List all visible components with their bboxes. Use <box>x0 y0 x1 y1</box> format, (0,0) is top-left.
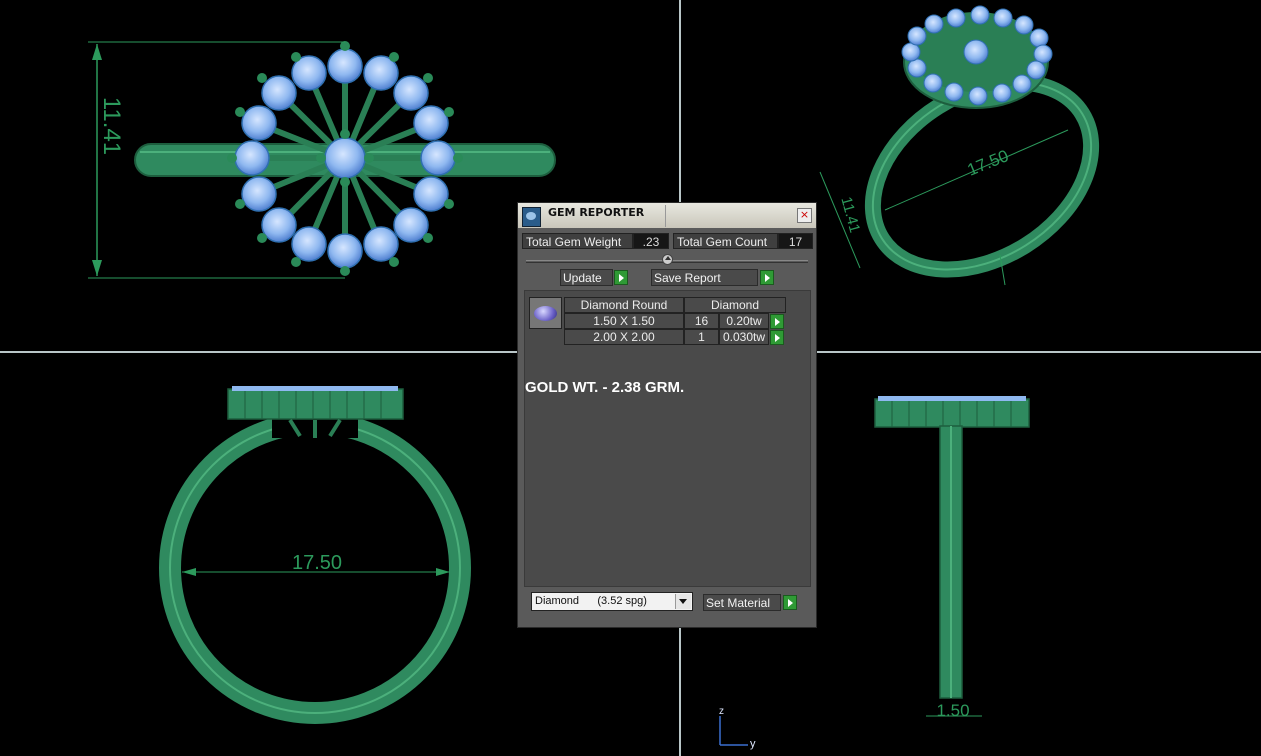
row-select-arrow-icon[interactable] <box>770 314 784 329</box>
axis-z-label: z <box>719 706 724 717</box>
dialog-title: GEM REPORTER <box>548 206 645 219</box>
material-select[interactable]: Diamond (3.52 spg) <box>531 592 693 611</box>
set-material-arrow-icon[interactable] <box>783 595 797 610</box>
gem-reporter-icon <box>522 207 541 227</box>
update-arrow-icon[interactable] <box>614 270 628 285</box>
dialog-titlebar[interactable]: GEM REPORTER × <box>518 203 816 228</box>
dimension-label-width: 17.50 <box>965 146 1012 180</box>
collapse-toggle-icon[interactable] <box>662 254 673 265</box>
row-select-arrow-icon[interactable] <box>770 330 784 345</box>
save-report-arrow-icon[interactable] <box>760 270 774 285</box>
save-report-button[interactable]: Save Report <box>651 269 758 286</box>
close-icon[interactable]: × <box>797 208 812 223</box>
total-gem-weight-value: .23 <box>633 233 669 249</box>
material-select-value: Diamond (3.52 spg) <box>535 595 647 607</box>
set-material-button[interactable]: Set Material <box>703 594 781 611</box>
chevron-down-icon[interactable] <box>675 594 691 609</box>
update-button[interactable]: Update <box>560 269 613 286</box>
total-gem-weight-label: Total Gem Weight <box>522 233 633 249</box>
axis-y-label: y <box>750 738 756 750</box>
dimension-label-diameter: 17.50 <box>292 552 342 574</box>
diamond-round-icon <box>529 297 562 329</box>
table-row-weight: 0.20tw <box>719 313 769 329</box>
gem-list-panel: Diamond Round Diamond 1.50 X 1.50 16 0.2… <box>524 290 811 587</box>
gold-weight-note: GOLD WT. - 2.38 GRM. <box>525 379 685 396</box>
dimension-label-height: 11.41 <box>98 97 125 155</box>
table-row-count: 1 <box>684 329 719 345</box>
titlebar-separator <box>665 205 666 227</box>
gem-reporter-dialog: GEM REPORTER × Total Gem Weight .23 Tota… <box>517 202 817 628</box>
table-header-material: Diamond <box>684 297 786 313</box>
dimension-label-height-perspective: 11.41 <box>837 195 863 235</box>
table-row-weight: 0.030tw <box>719 329 769 345</box>
ring-side-view <box>874 396 1030 717</box>
ring-perspective-view <box>819 5 1100 286</box>
ring-front-view <box>159 386 471 724</box>
ring-top-view <box>88 41 556 279</box>
table-row-count: 16 <box>684 313 719 329</box>
dimension-label-band-width: 1.50 <box>936 701 969 720</box>
table-row-size: 2.00 X 2.00 <box>564 329 684 345</box>
table-header-shape: Diamond Round <box>564 297 684 313</box>
axis-gizmo: z y <box>719 706 756 750</box>
table-row-size: 1.50 X 1.50 <box>564 313 684 329</box>
total-gem-count-label: Total Gem Count <box>673 233 778 249</box>
total-gem-count-value: 17 <box>778 233 813 249</box>
